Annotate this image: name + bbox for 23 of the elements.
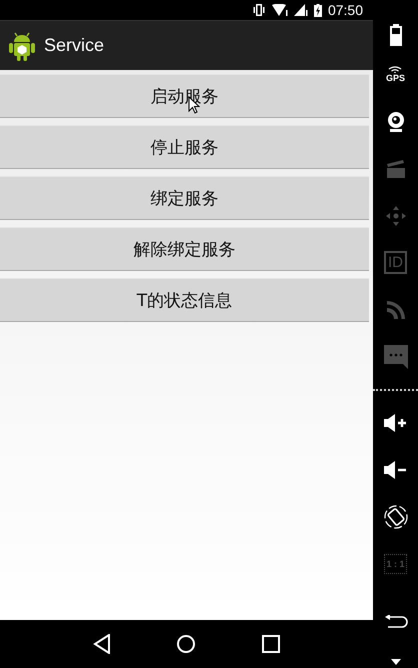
status-time: 07:50: [328, 2, 363, 18]
home-icon[interactable]: [176, 634, 196, 654]
rotate-icon[interactable]: [384, 505, 408, 530]
caret-icon[interactable]: [390, 659, 400, 666]
signal-waves-icon: [388, 66, 402, 74]
battery-icon[interactable]: [390, 24, 402, 46]
recents-icon[interactable]: [262, 635, 280, 653]
webcam-icon[interactable]: [386, 110, 406, 133]
back-arrow-icon[interactable]: [384, 614, 408, 629]
action-button[interactable]: T的状态信息: [0, 278, 369, 322]
signal-icon: [294, 4, 308, 16]
volume-up-icon[interactable]: [384, 414, 408, 432]
back-icon[interactable]: [92, 634, 111, 654]
app-title: Service: [44, 35, 104, 56]
volume-down-icon[interactable]: [384, 461, 408, 480]
wifi-icon: [272, 4, 288, 16]
vibrate-icon: [252, 4, 266, 16]
gps-button[interactable]: GPS: [386, 66, 405, 84]
android-robot-icon: [9, 30, 35, 60]
action-button[interactable]: 停止服务: [0, 125, 369, 169]
action-button[interactable]: 绑定服务: [0, 176, 369, 220]
action-button[interactable]: 解除绑定服务: [0, 227, 369, 271]
battery-charging-icon: [314, 4, 322, 16]
